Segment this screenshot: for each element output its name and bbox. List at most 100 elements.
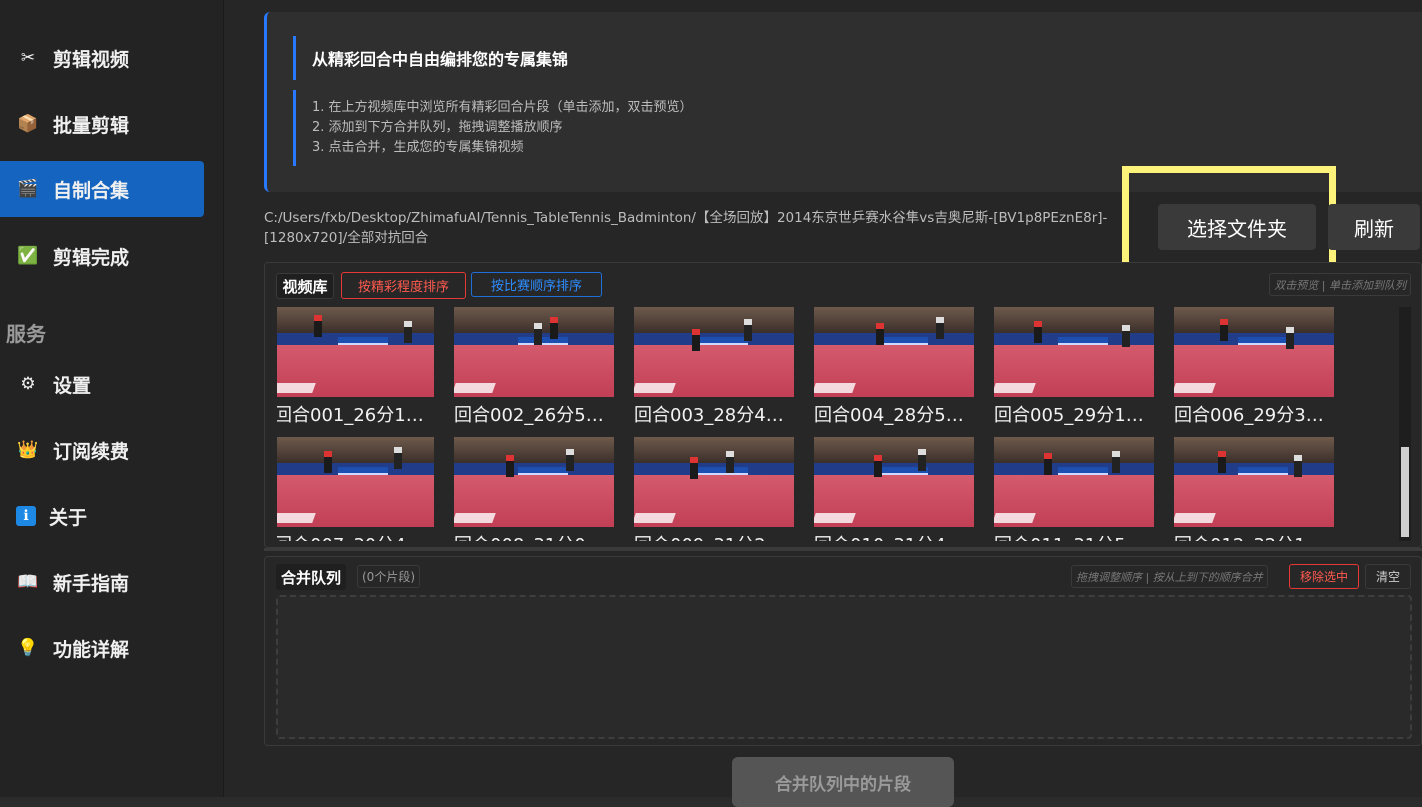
thumbnail-player (404, 321, 412, 343)
library-scrollbar[interactable] (1399, 307, 1411, 541)
video-library: 视频库 按精彩程度排序 按比赛顺序排序 双击预览 | 单击添加到队列 回合001… (264, 262, 1422, 548)
thumbnail-player (1218, 451, 1226, 473)
guide-step: 3. 点击合并，生成您的专属集锦视频 (312, 140, 524, 155)
sidebar-item-subscription[interactable]: 👑 订阅续费 (0, 422, 204, 478)
clip-tile[interactable]: 回合005_29分1… (994, 307, 1164, 427)
clip-tile[interactable]: 回合012_32分1… (1174, 437, 1344, 541)
clip-thumbnail[interactable] (814, 307, 974, 397)
clip-label: 回合004_28分5… (814, 405, 964, 426)
sidebar-item-guide[interactable]: 📖 新手指南 (0, 554, 204, 610)
clip-tile[interactable]: 回合001_26分1… (277, 307, 444, 427)
thumbnail-table (338, 467, 388, 475)
folder-path: C:/Users/fxb/Desktop/ZhimafuAI/Tennis_Ta… (264, 208, 1134, 248)
clip-tile[interactable]: 回合003_28分4… (634, 307, 804, 427)
clip-label: 回合005_29分1… (994, 405, 1144, 426)
thumbnail-player (1220, 319, 1228, 341)
thumbnail-stands (994, 307, 1154, 333)
folder-path-line: [1280x720]/全部对抗回合 (264, 230, 429, 246)
library-hint: 双击预览 | 单击添加到队列 (1269, 273, 1411, 296)
clip-thumbnail[interactable] (1174, 307, 1334, 397)
clip-thumbnail[interactable] (994, 437, 1154, 527)
clip-thumbnail[interactable] (277, 437, 434, 527)
sidebar-item-label: 功能详解 (53, 638, 130, 661)
sidebar-item-custom-collection[interactable]: 🎬 自制合集 (0, 161, 204, 217)
clip-tile[interactable]: 回合010_31分4… (814, 437, 984, 541)
thumbnail-table (698, 337, 748, 345)
book-icon: 📖 (17, 572, 39, 592)
clip-tile[interactable]: 回合007_30分4… (277, 437, 444, 541)
clip-tile[interactable]: 回合009_31分2… (634, 437, 804, 541)
queue-count: (0个片段) (357, 565, 420, 588)
check-box-icon: ✅ (17, 246, 39, 266)
clear-queue-button[interactable]: 清空 (1365, 564, 1411, 589)
sort-by-highlight-button[interactable]: 按精彩程度排序 (341, 272, 466, 299)
sidebar-item-label: 新手指南 (53, 572, 130, 595)
thumbnail-table (1058, 467, 1108, 475)
thumbnail-table (878, 337, 928, 345)
library-label: 视频库 (276, 273, 334, 299)
thumbnail-player (874, 455, 882, 477)
clip-thumbnail[interactable] (454, 437, 614, 527)
package-icon: 📦 (17, 114, 39, 134)
clip-thumbnail[interactable] (454, 307, 614, 397)
sidebar-item-about[interactable]: ℹ 关于 (0, 488, 204, 544)
sidebar: ✂ 剪辑视频 📦 批量剪辑 🎬 自制合集 ✅ 剪辑完成 服务 ⚙ 设置 👑 订阅… (0, 0, 224, 797)
thumbnail-logo (634, 513, 676, 523)
sort-by-order-button[interactable]: 按比赛顺序排序 (471, 272, 602, 297)
clip-label: 回合007_30分4… (277, 531, 440, 541)
clip-thumbnail[interactable] (277, 307, 434, 397)
clip-tile[interactable]: 回合002_26分5… (454, 307, 624, 427)
clip-label: 回合010_31分4… (814, 531, 980, 541)
focus-highlight-box (1122, 166, 1336, 272)
clip-thumbnail[interactable] (634, 437, 794, 527)
splitter[interactable] (264, 548, 1422, 551)
sidebar-item-clip-done[interactable]: ✅ 剪辑完成 (0, 228, 204, 284)
queue-hint: 拖拽调整顺序 | 按从上到下的顺序合并 (1071, 565, 1268, 588)
thumbnail-player (314, 315, 322, 337)
clip-label: 回合011_31分5… (994, 531, 1160, 541)
queue-drop-area[interactable] (276, 595, 1412, 739)
clip-tile[interactable]: 回合008_31分0… (454, 437, 624, 541)
guide-step: 2. 添加到下方合并队列，拖拽调整播放顺序 (312, 120, 563, 135)
scrollbar-thumb[interactable] (1401, 447, 1409, 537)
clip-thumbnail[interactable] (814, 437, 974, 527)
thumbnail-player (1286, 327, 1294, 349)
sidebar-item-label: 订阅续费 (53, 440, 130, 463)
clip-tile[interactable]: 回合011_31分5… (994, 437, 1164, 541)
guide-panel: 从精彩回合中自由编排您的专属集锦 1. 在上方视频库中浏览所有精彩回合片段（单击… (264, 12, 1422, 192)
clip-thumbnail[interactable] (994, 307, 1154, 397)
sidebar-section-services: 服务 (6, 322, 46, 346)
clip-label: 回合008_31分0… (454, 531, 620, 541)
clip-label: 回合006_29分3… (1174, 405, 1324, 426)
sidebar-item-settings[interactable]: ⚙ 设置 (0, 356, 204, 412)
clip-grid: 回合001_26分1… 回合002_26分5… 回合003_28分4… 回合004_2… (277, 307, 1397, 541)
merge-button[interactable]: 合并队列中的片段 (732, 757, 954, 807)
refresh-button[interactable]: 刷新 (1328, 204, 1420, 250)
thumbnail-logo (814, 383, 856, 393)
sidebar-item-features[interactable]: 💡 功能详解 (0, 620, 204, 676)
thumbnail-player (744, 319, 752, 341)
sidebar-item-clip-video[interactable]: ✂ 剪辑视频 (0, 30, 204, 86)
queue-label: 合并队列 (276, 564, 346, 590)
clip-thumbnail[interactable] (634, 307, 794, 397)
thumbnail-table (338, 337, 388, 345)
thumbnail-logo (277, 513, 316, 523)
gear-icon: ⚙ (20, 374, 36, 394)
remove-selected-button[interactable]: 移除选中 (1289, 564, 1359, 589)
clip-tile[interactable]: 回合006_29分3… (1174, 307, 1344, 427)
clip-label: 回合003_28分4… (634, 405, 784, 426)
merge-queue: 合并队列 (0个片段) 拖拽调整顺序 | 按从上到下的顺序合并 移除选中 清空 (264, 556, 1422, 746)
thumbnail-player (876, 323, 884, 345)
thumbnail-logo (994, 383, 1036, 393)
thumbnail-player (550, 317, 558, 339)
guide-step: 1. 在上方视频库中浏览所有精彩回合片段（单击添加，双击预览） (312, 100, 693, 115)
thumbnail-player (1034, 321, 1042, 343)
thumbnail-stands (814, 437, 974, 463)
clip-tile[interactable]: 回合004_28分5… (814, 307, 984, 427)
sidebar-item-label: 批量剪辑 (53, 114, 130, 137)
sidebar-item-batch-clip[interactable]: 📦 批量剪辑 (0, 96, 204, 152)
thumbnail-player (324, 451, 332, 473)
clip-thumbnail[interactable] (1174, 437, 1334, 527)
thumbnail-table (1058, 337, 1108, 345)
thumbnail-logo (454, 513, 496, 523)
